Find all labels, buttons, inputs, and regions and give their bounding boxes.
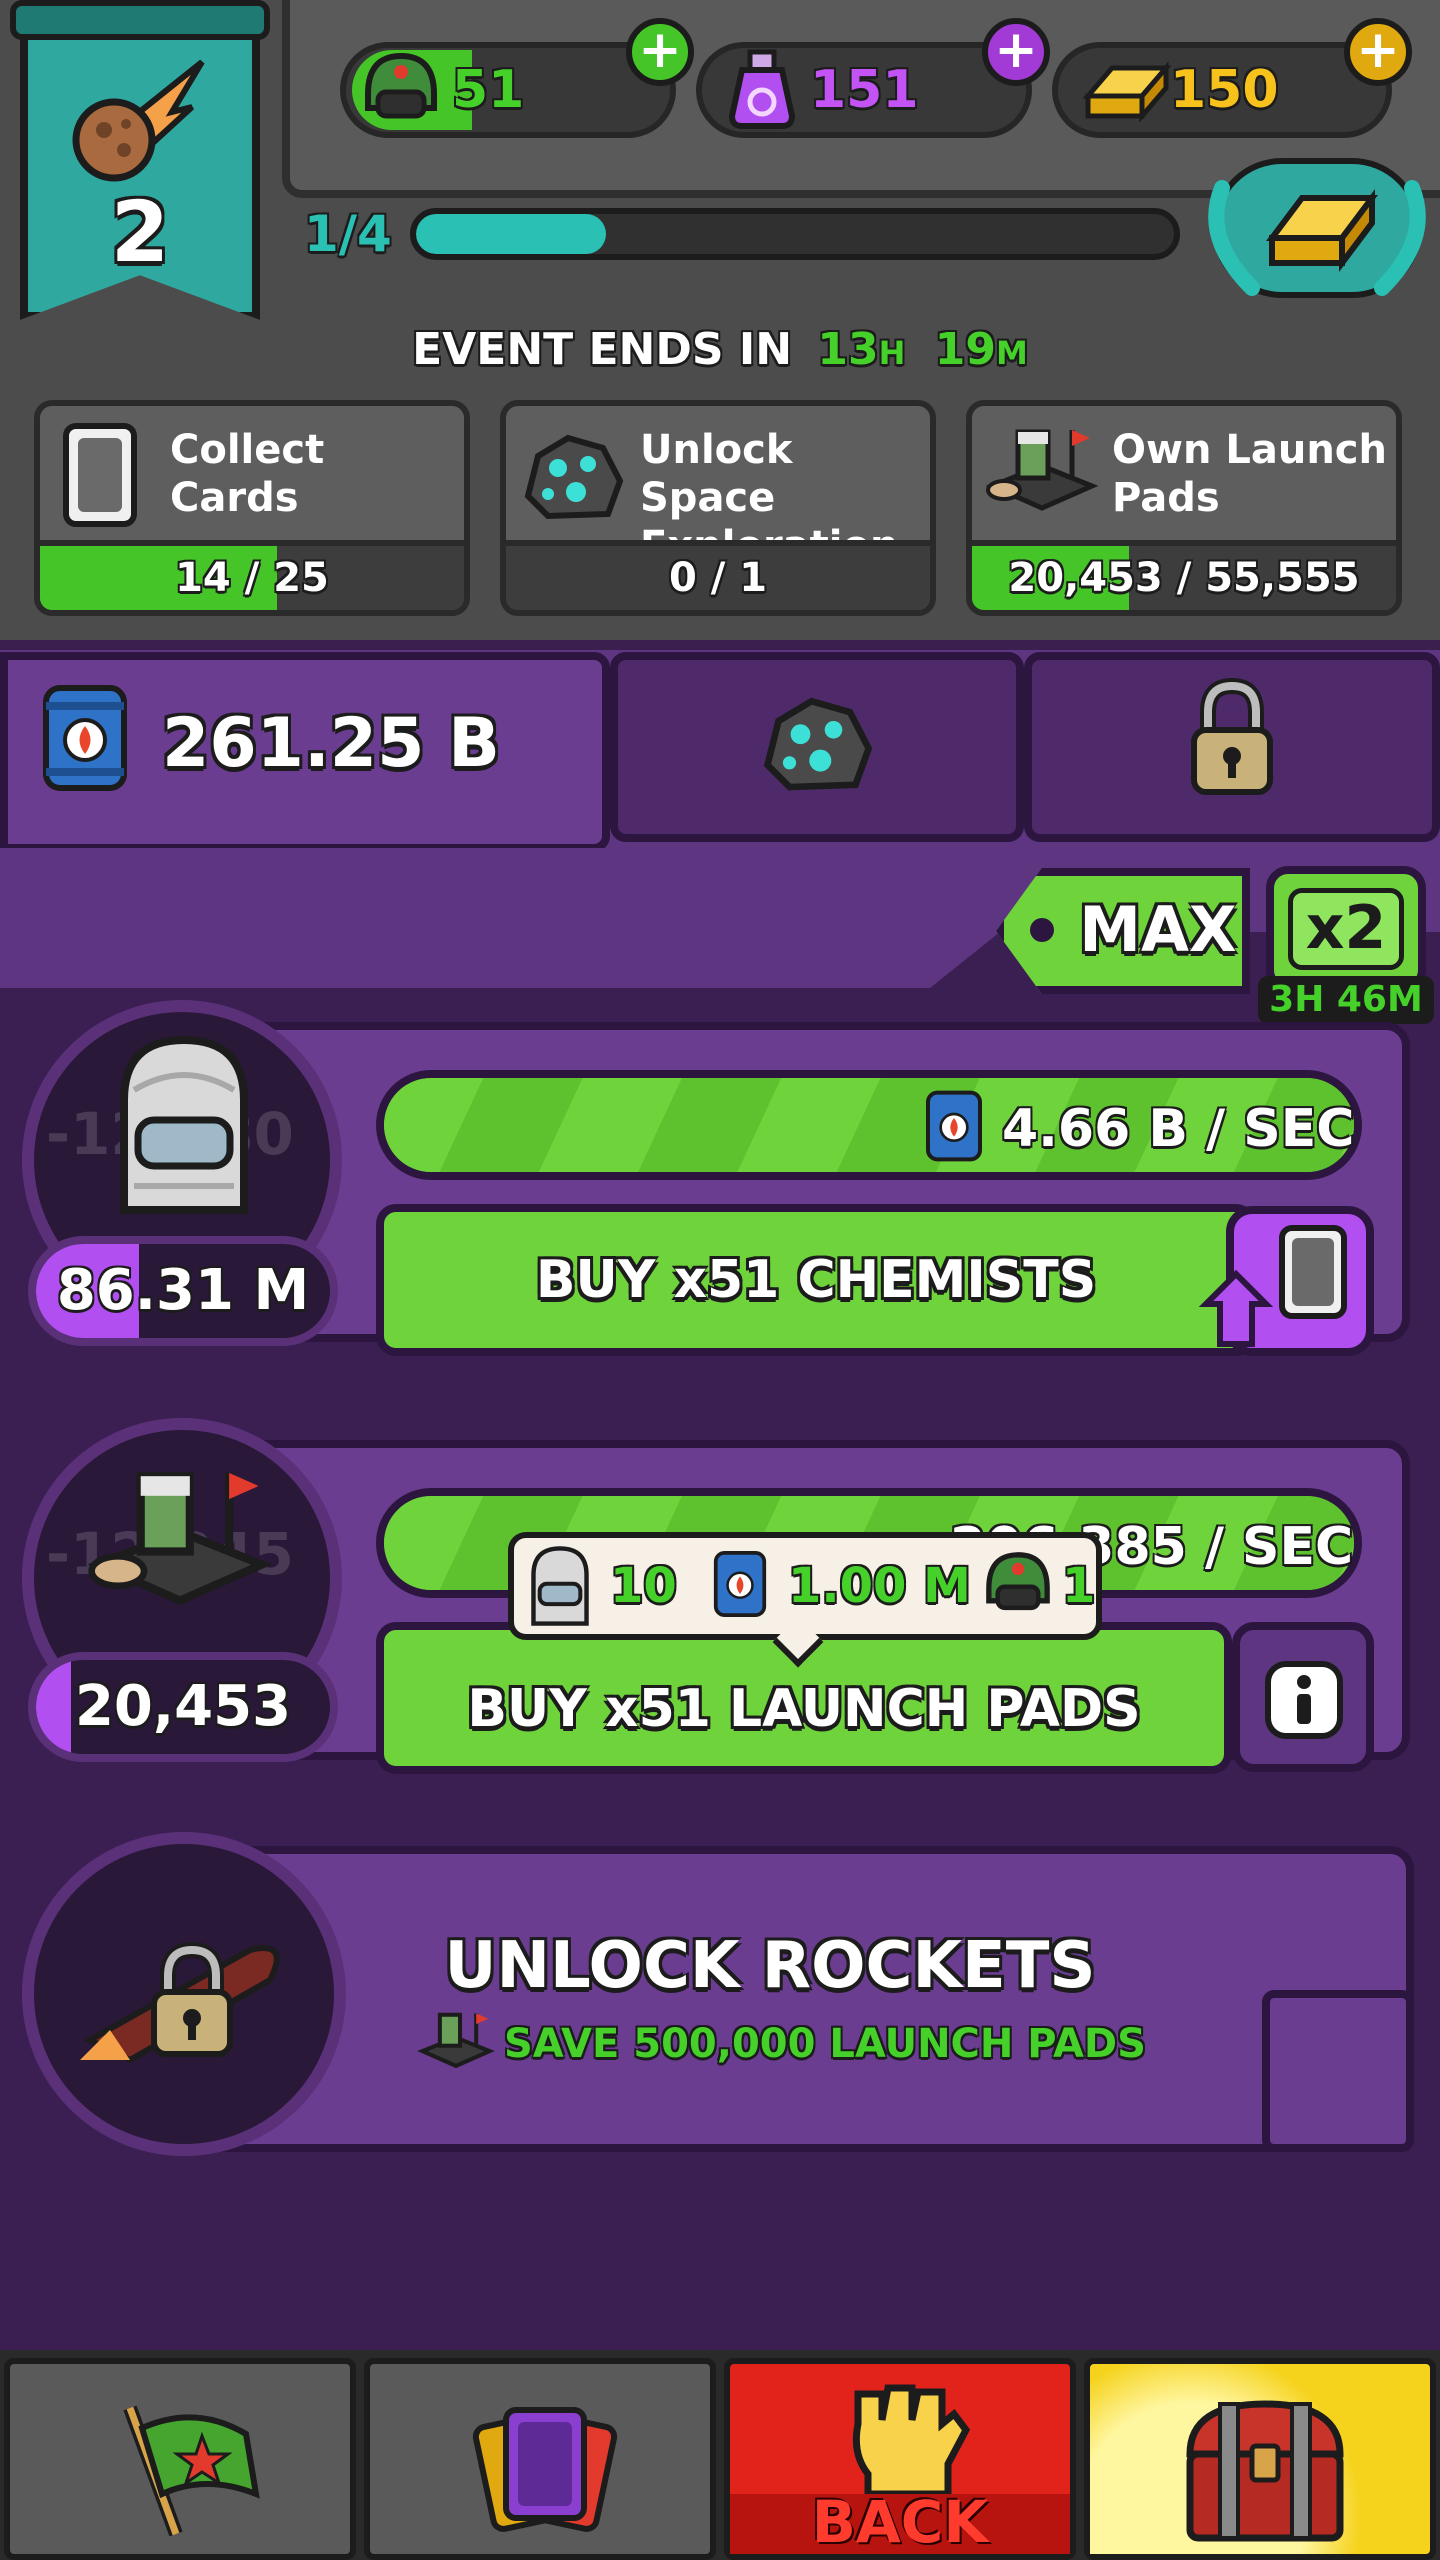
add-gold-button[interactable]: + [1344,18,1412,86]
flag-icon [123,2405,260,2537]
unit-rate-text: 4.66 B / SEC [1002,1099,1355,1159]
event-minutes-value: 19 [934,324,996,375]
space-rock-icon [524,434,624,520]
quest-progress-text: 14 / 25 [175,555,329,601]
level-number: 2 [110,183,170,281]
event-hours-value: 13 [817,324,879,375]
plus-icon: + [1356,20,1400,80]
soldier-helmet-icon [986,1552,1050,1611]
card-icon [63,423,137,527]
nav-flag-button[interactable] [4,2358,356,2560]
quest-progress-bar: 14 / 25 [40,540,464,610]
unit-count-text: 86.31 M [56,1258,310,1323]
quest-progress-bar: 0 / 1 [506,540,930,610]
info-icon [1265,1661,1343,1739]
locked-panel-corner [1262,1990,1414,2152]
event-timer-minutes: 19M [935,324,1028,375]
chest-icon [1186,2400,1344,2542]
buy-mode-label: MAX [1079,893,1237,966]
launch-pad-icon [985,429,1099,511]
back-label: BACK [811,2488,989,2556]
event-timer-prefix: EVENT ENDS IN [412,324,793,375]
event-timer-hours: 13H [817,324,905,375]
quest-title: Collect Cards [170,427,325,521]
milestone-progress-label: 1/4 [304,205,392,263]
meteor-icon [72,59,205,182]
milestone-progress-bar [410,208,1180,260]
card-upgrade-icon [1198,1225,1347,1347]
fuel-barrel-icon [713,1551,767,1617]
lock-icon [1191,677,1273,795]
unit-count-launch-pads: 20,453 [28,1652,338,1762]
nav-back-button[interactable]: BACK [724,2358,1076,2560]
boost-timer: 3H 46M [1258,976,1434,1024]
event-minutes-unit: M [996,334,1028,372]
rocket-lock-icon [80,1941,280,2064]
currency-value-potions: 151 [810,60,919,120]
locked-requirement: SAVE 500,000 LAUNCH PADS [504,2021,1146,2067]
quest-card-collect-cards[interactable]: Collect Cards 14 / 25 [34,400,470,616]
milestone-progress-fill [416,214,606,254]
quest-progress-text: 0 / 1 [668,555,768,601]
currency-value-gold: 150 [1170,60,1279,120]
event-hours-unit: H [878,334,906,372]
gold-bar-icon [1082,61,1172,123]
cost-value-chemists: 10 [610,1558,677,1614]
cards-icon [472,2407,618,2532]
potion-icon [728,49,796,129]
space-rock-icon [763,697,873,791]
laurel-gold-icon [1208,180,1426,296]
quest-card-launch-pads[interactable]: Own Launch Pads 20,453 / 55,555 [966,400,1402,616]
chemist-helmet-icon [120,1035,248,1214]
unit-count-text: 20,453 [74,1674,292,1739]
currency-value-helmets: 51 [452,60,525,120]
event-timer: EVENT ENDS IN 13H 19M [0,320,1440,383]
soldier-helmet-icon [365,52,437,119]
unit-count-chemists: 86.31 M [28,1236,338,1346]
quest-title: Own Launch Pads [1112,427,1387,521]
launch-pad-icon [87,1472,273,1606]
tag-hole-icon [1030,918,1054,942]
add-helmets-button[interactable]: + [626,18,694,86]
quest-card-unlock-space[interactable]: Unlock Space Exploration 0 / 1 [500,400,936,616]
boost-label: x2 [1305,893,1387,963]
nav-cards-button[interactable] [364,2358,716,2560]
fuel-barrel-icon [43,685,127,791]
buy-chemists-button[interactable]: BUY x51 CHEMISTS [376,1204,1256,1356]
plus-icon: + [638,20,682,80]
resource-value: 261.25 B [162,704,500,783]
cost-value-fuel: 1.00 M [788,1558,971,1614]
fist-icon [852,2384,971,2498]
plus-icon: + [994,20,1038,80]
quest-progress-text: 20,453 / 55,555 [1008,555,1360,601]
launch-pad-icon [417,2012,495,2069]
nav-chest-button[interactable] [1084,2358,1436,2560]
quest-progress-bar: 20,453 / 55,555 [972,540,1396,610]
level-banner-rod [10,0,270,40]
chemist-helmet-icon [531,1546,589,1626]
cost-value-soldiers: 1 [1062,1558,1096,1614]
add-potions-button[interactable]: + [982,18,1050,86]
locked-title: UNLOCK ROCKETS [444,1929,1096,2003]
fuel-barrel-icon [926,1090,982,1162]
